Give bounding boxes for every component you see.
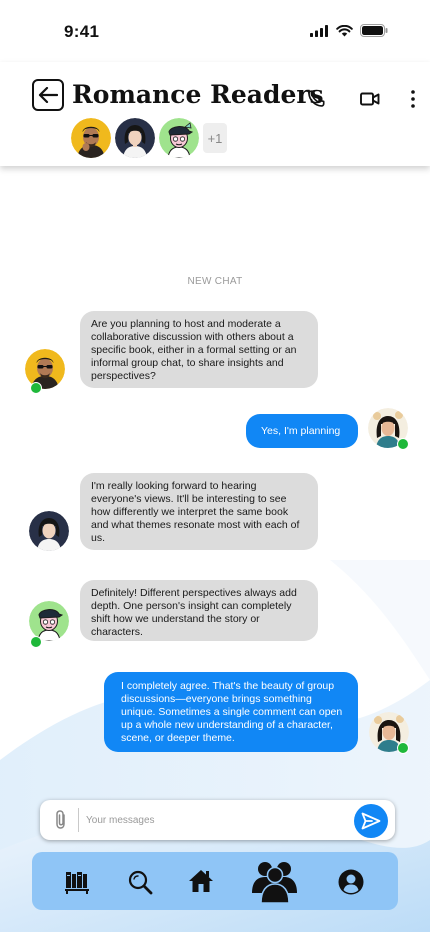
sender-avatar[interactable] [29, 601, 69, 641]
chat-title: Romance Readers [72, 80, 324, 109]
woman-avatar-icon [29, 511, 69, 551]
phone-call-icon[interactable] [305, 88, 327, 110]
status-bar: 9:41 [0, 0, 430, 60]
woman-avatar-icon [115, 118, 155, 158]
member-avatar[interactable] [159, 118, 199, 158]
online-status-indicator [397, 438, 409, 450]
online-status-indicator [30, 382, 42, 394]
sender-avatar[interactable] [29, 511, 69, 551]
profile-icon [338, 869, 364, 895]
member-avatar[interactable] [71, 118, 111, 158]
online-status-indicator [397, 742, 409, 754]
bookshelf-icon [65, 872, 89, 894]
more-members-count[interactable]: +1 [203, 123, 227, 153]
incoming-message-bubble[interactable]: Definitely! Different perspectives alway… [80, 580, 318, 641]
send-icon [361, 812, 381, 830]
more-options-icon[interactable] [408, 89, 418, 109]
composer-divider [78, 808, 79, 832]
battery-icon [360, 24, 388, 37]
group-icon [252, 862, 297, 903]
incoming-message-bubble[interactable]: I'm really looking forward to hearing ev… [80, 473, 318, 550]
nav-item-profile[interactable] [338, 869, 364, 895]
nav-item-home[interactable] [188, 868, 214, 894]
online-status-indicator [30, 636, 42, 648]
cartoon-avatar-icon [29, 601, 69, 641]
cartoon-avatar-icon [159, 118, 199, 158]
nav-item-search[interactable] [126, 868, 154, 896]
back-button[interactable] [32, 79, 64, 111]
bottom-navigation [32, 852, 398, 910]
search-icon [128, 870, 153, 895]
nav-item-groups[interactable] [248, 859, 302, 903]
group-members[interactable]: +1 [71, 118, 227, 158]
new-chat-divider: NEW CHAT [187, 276, 243, 287]
message-composer [40, 800, 395, 840]
paperclip-icon[interactable] [52, 809, 70, 831]
outgoing-message-bubble[interactable]: Yes, I'm planning [246, 414, 358, 448]
video-call-icon[interactable] [360, 89, 380, 109]
status-time: 9:41 [64, 22, 100, 41]
member-avatar[interactable] [115, 118, 155, 158]
arrow-left-icon [38, 87, 58, 103]
cellular-signal-icon [310, 24, 328, 37]
wifi-icon [336, 24, 353, 36]
nav-item-library[interactable] [64, 869, 90, 895]
home-icon [189, 870, 213, 892]
status-icons [310, 24, 388, 37]
incoming-message-bubble[interactable]: Are you planning to host and moderate a … [80, 311, 318, 388]
outgoing-message-bubble[interactable]: I completely agree. That's the beauty of… [104, 672, 358, 752]
send-button[interactable] [354, 804, 388, 838]
chat-header: Romance Readers +1 [0, 62, 430, 166]
message-input[interactable] [86, 806, 336, 834]
man-sunglasses-avatar-icon [71, 118, 111, 158]
